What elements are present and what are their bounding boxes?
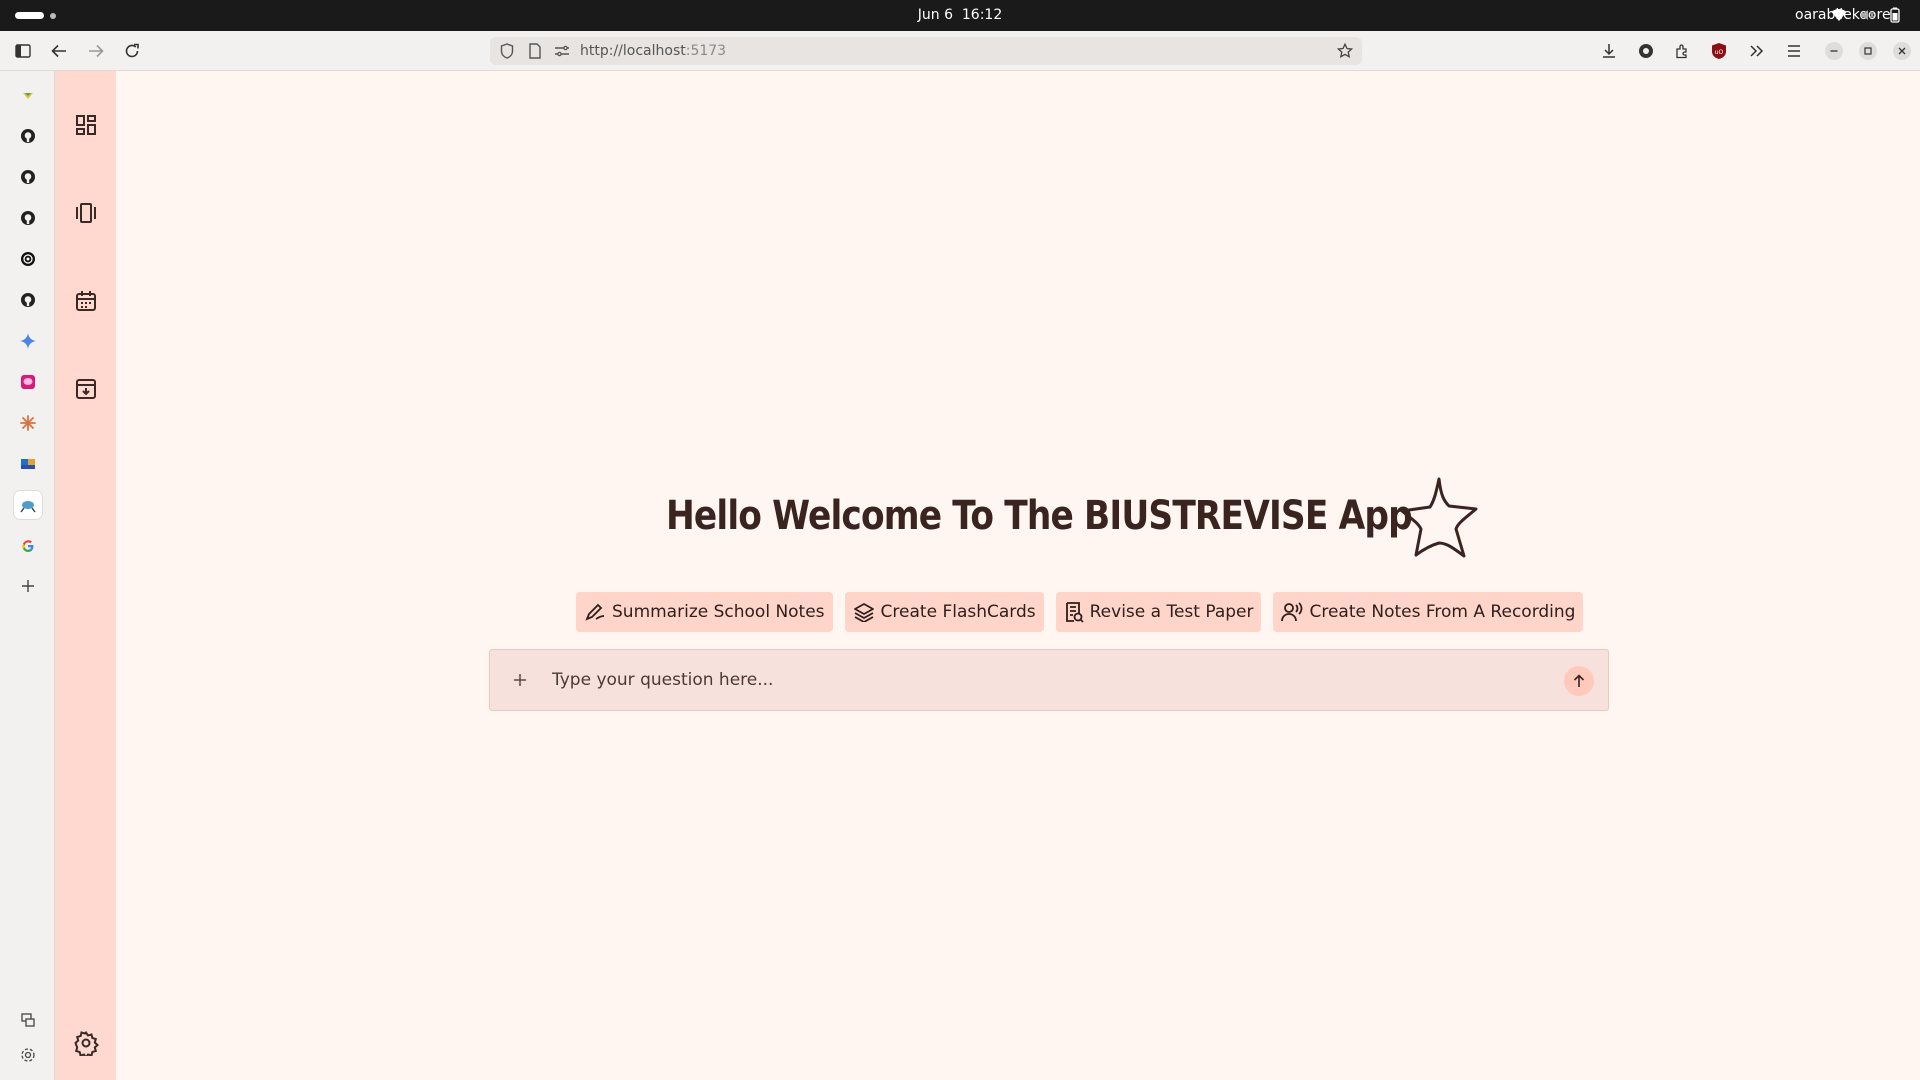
minimize-icon[interactable] [1822, 39, 1846, 63]
volume-muted-icon[interactable] [1858, 6, 1876, 24]
sidebar-bookmark-icon[interactable] [14, 81, 42, 109]
question-box [489, 649, 1609, 711]
address-bar[interactable]: http://localhost:5173 [490, 37, 1362, 65]
os-date: Jun 6 [917, 7, 953, 23]
sidebar-add-icon[interactable] [14, 572, 42, 600]
downloads-icon[interactable] [1597, 39, 1621, 63]
sidebar-gemini-icon[interactable] [14, 327, 42, 355]
sidebar-github-icon-2[interactable] [14, 163, 42, 191]
url-text[interactable]: http://localhost:5173 [580, 43, 726, 59]
account-icon[interactable] [1634, 39, 1658, 63]
browser-sidebar [0, 71, 55, 1080]
sidebar-panels-icon[interactable] [14, 1006, 42, 1034]
menu-icon[interactable] [1782, 39, 1806, 63]
carousel-icon[interactable] [70, 197, 102, 229]
battery-icon[interactable] [1886, 6, 1904, 24]
shield-icon[interactable] [498, 42, 516, 60]
restore-icon[interactable] [1856, 39, 1880, 63]
send-button[interactable] [1564, 666, 1594, 696]
sidebar-github-icon-4[interactable] [14, 286, 42, 314]
app-settings-icon[interactable] [70, 1027, 102, 1059]
url-port: :5173 [685, 43, 727, 59]
notes-from-recording-button[interactable]: Create Notes From A Recording [1273, 592, 1584, 632]
main-content: Hello Welcome To The BIUSTREVISE App Sum… [116, 71, 1920, 1080]
wifi-icon[interactable] [1830, 6, 1848, 24]
calendar-icon[interactable] [70, 285, 102, 317]
question-input[interactable] [552, 664, 1502, 696]
sidebar-claude-icon[interactable] [14, 409, 42, 437]
layers-icon [853, 603, 874, 622]
sidebar-google-icon[interactable] [14, 532, 42, 560]
welcome-title: Hello Welcome To The BIUSTREVISE App [666, 493, 1413, 539]
svg-text:uO: uO [1715, 49, 1724, 56]
bookmark-star-icon[interactable] [1336, 42, 1354, 60]
page-icon[interactable] [526, 42, 544, 60]
os-clock[interactable]: Jun 6 16:12 [0, 7, 1920, 23]
revise-test-paper-label: Revise a Test Paper [1089, 602, 1254, 622]
dashboard-icon[interactable] [70, 109, 102, 141]
sidebar-bird-app-icon[interactable] [14, 491, 42, 519]
sidebar-chat-app-icon[interactable] [14, 368, 42, 396]
arrow-up-icon [1573, 674, 1585, 687]
quick-actions: Summarize School Notes Create FlashCards… [576, 592, 1584, 632]
app-sidebar [55, 71, 116, 1080]
close-icon[interactable] [1890, 39, 1914, 63]
summarize-notes-label: Summarize School Notes [612, 602, 825, 622]
extensions-icon[interactable] [1670, 39, 1694, 63]
sidebar-app-icon[interactable] [14, 450, 42, 478]
document-icon [1065, 602, 1084, 623]
welcome-header: Hello Welcome To The BIUSTREVISE App [666, 471, 1533, 561]
sidebar-toggle-icon[interactable] [11, 39, 35, 63]
create-flashcards-button[interactable]: Create FlashCards [844, 592, 1044, 632]
voice-icon [1281, 602, 1303, 622]
reload-icon[interactable] [120, 39, 144, 63]
url-host: http://localhost [580, 43, 686, 59]
forward-icon[interactable] [84, 39, 108, 63]
notes-from-recording-label: Create Notes From A Recording [1309, 602, 1576, 622]
permissions-icon[interactable] [553, 42, 571, 60]
os-time: 16:12 [961, 7, 1003, 23]
sidebar-github-icon-3[interactable] [14, 204, 42, 232]
summarize-notes-button[interactable]: Summarize School Notes [576, 592, 833, 632]
os-top-bar: Jun 6 16:12 oarabilekoore [0, 0, 1920, 31]
sidebar-settings-icon[interactable] [14, 1041, 42, 1069]
attach-plus-icon[interactable] [508, 668, 532, 692]
sidebar-github-icon[interactable] [14, 122, 42, 150]
browser-toolbar: http://localhost:5173 uO [0, 31, 1920, 71]
create-flashcards-label: Create FlashCards [880, 602, 1036, 622]
archive-download-icon[interactable] [70, 373, 102, 405]
pen-icon [585, 603, 605, 621]
ublock-icon[interactable]: uO [1707, 39, 1731, 63]
revise-test-paper-button[interactable]: Revise a Test Paper [1055, 592, 1262, 632]
system-tray[interactable] [1830, 6, 1904, 24]
sidebar-openai-icon[interactable] [14, 245, 42, 273]
star-icon [1394, 471, 1484, 561]
overflow-chevrons-icon[interactable] [1745, 39, 1769, 63]
back-icon[interactable] [47, 39, 71, 63]
